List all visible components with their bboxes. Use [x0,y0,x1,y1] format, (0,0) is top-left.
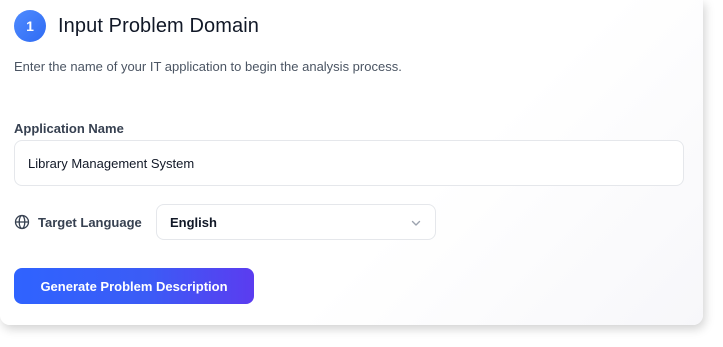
target-language-selected-value: English [170,214,217,230]
step-subtitle: Enter the name of your IT application to… [14,59,402,74]
target-language-select[interactable]: English [156,204,436,240]
application-name-label: Application Name [14,121,124,136]
application-name-input[interactable] [14,140,684,186]
step-title: Input Problem Domain [58,14,259,37]
step-number-badge: 1 [14,10,46,42]
target-language-label: Target Language [38,214,142,230]
generate-problem-description-button[interactable]: Generate Problem Description [14,268,254,304]
target-language-label-row: Target Language [14,204,142,240]
step-header: 1 Input Problem Domain [14,10,259,42]
chevron-down-icon [410,216,422,228]
globe-icon [14,214,30,230]
input-problem-domain-card: 1 Input Problem Domain Enter the name of… [0,0,703,325]
